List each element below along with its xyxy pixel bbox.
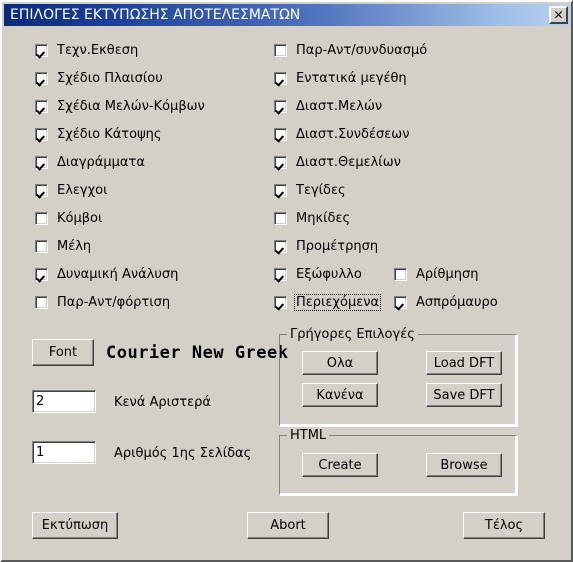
checkbox-box[interactable] <box>35 100 48 113</box>
checkbox-label: Παρ-Αντ/φόρτιση <box>57 295 171 310</box>
html-group: HTML Create Browse <box>279 428 517 495</box>
checkbox-box[interactable] <box>35 72 48 85</box>
checkbox-row[interactable]: Τεχν.Εκθεση <box>35 43 139 58</box>
checkbox-label: Διαστ.Μελών <box>296 99 383 114</box>
checkbox-row[interactable]: Διαστ.Μελών <box>274 99 383 114</box>
checkbox-label: Αρίθμηση <box>416 267 479 282</box>
checkbox-box[interactable] <box>35 128 48 141</box>
checkbox-row[interactable]: Προμέτρηση <box>274 239 379 254</box>
checkbox-row[interactable]: Μηκίδες <box>274 211 351 226</box>
close-icon[interactable]: ✕ <box>549 6 568 24</box>
checkbox-row[interactable]: Μέλη <box>35 239 92 254</box>
select-all-button[interactable]: Ολα <box>302 351 378 375</box>
checkbox-row[interactable]: Σχέδιο Κάτοψης <box>35 127 163 142</box>
checkbox-label: Σχέδια Μελών-Κόμβων <box>57 99 205 114</box>
checkbox-box[interactable] <box>274 268 287 281</box>
checkbox-box[interactable] <box>274 156 287 169</box>
left-margin-input[interactable]: 2 <box>32 390 96 413</box>
print-options-dialog: ΕΠΙΛΟΓΕΣ ΕΚΤΥΠΩΣΗΣ ΑΠΟΤΕΛΕΣΜΑΤΩΝ ✕ Τεχν.… <box>0 0 573 562</box>
checkbox-label: Προμέτρηση <box>296 239 379 254</box>
checkbox-label: Κόμβοι <box>57 211 103 226</box>
checkbox-box[interactable] <box>35 268 48 281</box>
checkbox-box[interactable] <box>274 100 287 113</box>
checkbox-row[interactable]: Δυναμική Ανάλυση <box>35 267 179 282</box>
close-dialog-button[interactable]: Τέλος <box>463 512 545 539</box>
checkbox-row[interactable]: Παρ-Αντ/συνδυασμό <box>274 43 428 58</box>
checkbox-box[interactable] <box>274 240 287 253</box>
load-dft-button[interactable]: Load DFT <box>426 351 502 375</box>
select-none-button[interactable]: Κανένα <box>302 383 378 407</box>
checkbox-box[interactable] <box>35 296 48 309</box>
checkbox-box[interactable] <box>274 184 287 197</box>
quick-options-group: Γρήγορες Επιλογές Ολα Load DFT Κανένα Sa… <box>279 327 517 426</box>
checkbox-row[interactable]: Παρ-Αντ/φόρτιση <box>35 295 171 310</box>
checkbox-box[interactable] <box>274 128 287 141</box>
checkbox-box[interactable] <box>35 184 48 197</box>
checkbox-box[interactable] <box>35 44 48 57</box>
first-page-number-label: Αριθμός 1ης Σελίδας <box>114 446 252 461</box>
checkbox-label: Σχέδιο Κάτοψης <box>57 127 162 142</box>
checkbox-label: Εξώφυλλο <box>296 267 362 282</box>
first-page-number-input[interactable]: 1 <box>32 441 96 464</box>
checkbox-label: Διαγράμματα <box>57 155 145 170</box>
checkbox-row[interactable]: Κόμβοι <box>35 211 103 226</box>
create-html-button[interactable]: Create <box>302 453 378 477</box>
checkbox-row[interactable]: Ελεγχοι <box>35 183 109 198</box>
checkbox-row[interactable]: Εξώφυλλο <box>274 267 363 282</box>
checkbox-label: Σχέδιο Πλαισίου <box>57 71 163 86</box>
checkbox-label: Μέλη <box>57 239 92 254</box>
left-margin-label: Κενά Αριστερά <box>114 395 211 410</box>
checkbox-box[interactable] <box>274 72 287 85</box>
checkbox-box[interactable] <box>35 240 48 253</box>
font-button[interactable]: Font <box>32 339 94 366</box>
title-bar[interactable]: ΕΠΙΛΟΓΕΣ ΕΚΤΥΠΩΣΗΣ ΑΠΟΤΕΛΕΣΜΑΤΩΝ ✕ <box>4 4 571 26</box>
abort-button[interactable]: Abort <box>247 512 329 539</box>
checkbox-label: Εντατικά μεγέθη <box>296 71 407 86</box>
checkbox-label: Τεχν.Εκθεση <box>57 43 139 58</box>
print-button[interactable]: Εκτύπωση <box>32 512 118 539</box>
dialog-client-area: Τεχν.Εκθεση Σχέδιο Πλαισίου Σχέδια Μελών… <box>4 26 571 560</box>
browse-html-button[interactable]: Browse <box>426 453 502 477</box>
checkbox-box[interactable] <box>274 296 287 309</box>
checkbox-row[interactable]: Διαστ.Συνδέσεων <box>274 127 410 142</box>
save-dft-button[interactable]: Save DFT <box>426 383 502 407</box>
html-group-title: HTML <box>287 428 330 443</box>
checkbox-row[interactable]: Αρίθμηση <box>394 267 480 282</box>
checkbox-box[interactable] <box>394 296 407 309</box>
checkbox-box[interactable] <box>35 156 48 169</box>
checkbox-label: Ασπρόμαυρο <box>416 295 498 310</box>
checkbox-row[interactable]: Διαγράμματα <box>35 155 146 170</box>
checkbox-row[interactable]: Περιεχόμενα <box>274 294 382 311</box>
checkbox-label: Παρ-Αντ/συνδυασμό <box>296 43 428 58</box>
checkbox-label: Διαστ.Συνδέσεων <box>296 127 410 142</box>
checkbox-box[interactable] <box>35 212 48 225</box>
checkbox-row[interactable]: Ασπρόμαυρο <box>394 295 499 310</box>
checkbox-label: Περιεχόμενα <box>293 294 382 311</box>
quick-options-group-title: Γρήγορες Επιλογές <box>287 327 418 342</box>
checkbox-row[interactable]: Διαστ.Θεμελίων <box>274 155 402 170</box>
font-name-display: Courier New Greek <box>106 343 289 363</box>
window-title: ΕΠΙΛΟΓΕΣ ΕΚΤΥΠΩΣΗΣ ΑΠΟΤΕΛΕΣΜΑΤΩΝ <box>10 7 301 23</box>
checkbox-box[interactable] <box>394 268 407 281</box>
checkbox-row[interactable]: Σχέδιο Πλαισίου <box>35 71 164 86</box>
checkbox-label: Ελεγχοι <box>57 183 108 198</box>
checkbox-box[interactable] <box>274 212 287 225</box>
checkbox-label: Διαστ.Θεμελίων <box>296 155 401 170</box>
checkbox-row[interactable]: Τεγίδες <box>274 183 347 198</box>
checkbox-row[interactable]: Σχέδια Μελών-Κόμβων <box>35 99 206 114</box>
checkbox-label: Τεγίδες <box>296 183 346 198</box>
checkbox-box[interactable] <box>274 44 287 57</box>
checkbox-label: Δυναμική Ανάλυση <box>57 267 179 282</box>
checkbox-row[interactable]: Εντατικά μεγέθη <box>274 71 408 86</box>
checkbox-label: Μηκίδες <box>296 211 351 226</box>
